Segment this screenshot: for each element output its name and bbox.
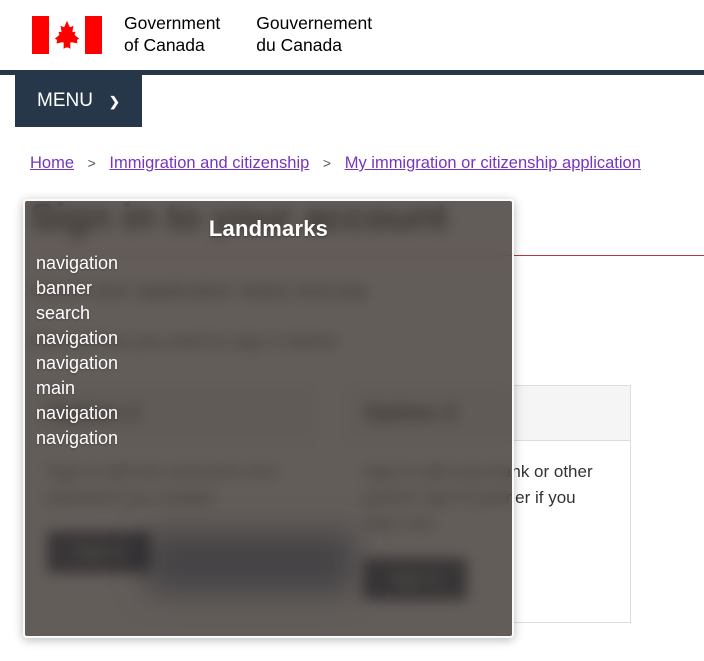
landmark-item-banner[interactable]: banner (36, 276, 512, 301)
landmarks-overlay-panel[interactable]: Landmarks navigation banner search navig… (23, 199, 514, 638)
wordmark-french: Gouvernement du Canada (256, 13, 372, 56)
landmark-item-navigation[interactable]: navigation (36, 251, 512, 276)
wordmark-english: Government of Canada (124, 13, 220, 56)
landmark-item-navigation[interactable]: navigation (36, 351, 512, 376)
wordmark-fr-line1: Gouvernement (256, 13, 373, 34)
menu-button-label: MENU (37, 89, 93, 111)
breadcrumb-item-home[interactable]: Home (30, 154, 74, 172)
government-of-canada-brand[interactable]: Government of Canada Gouvernement du Can… (32, 13, 372, 56)
flag-right-band (85, 16, 102, 54)
landmark-item-navigation[interactable]: navigation (36, 326, 512, 351)
overlay-blurred-background-ghost (145, 531, 355, 593)
wordmark-en-line1: Government (124, 13, 221, 34)
landmark-item-navigation[interactable]: navigation (36, 426, 512, 451)
breadcrumb-separator: > (87, 155, 96, 171)
breadcrumb: Home > Immigration and citizenship > My … (0, 127, 704, 173)
flag-left-band (32, 16, 49, 54)
breadcrumb-separator: > (322, 155, 332, 171)
breadcrumb-item-immigration-and-citizenship[interactable]: Immigration and citizenship (109, 154, 309, 172)
menu-button[interactable]: MENU ❯ (15, 75, 142, 127)
wordmark-fr-line2: du Canada (256, 35, 342, 55)
breadcrumb-item-my-application[interactable]: My immigration or citizenship applicatio… (345, 154, 641, 172)
chevron-down-icon: ❯ (108, 94, 120, 109)
menu-bar: MENU ❯ (0, 75, 704, 127)
landmarks-list: navigation banner search navigation navi… (25, 247, 512, 451)
global-header: Government of Canada Gouvernement du Can… (0, 0, 704, 70)
landmark-item-navigation[interactable]: navigation (36, 401, 512, 426)
canada-flag-icon (32, 16, 102, 54)
landmark-item-main[interactable]: main (36, 376, 512, 401)
canada-wordmark: Government of Canada Gouvernement du Can… (124, 13, 372, 56)
wordmark-en-line2: of Canada (124, 35, 205, 55)
landmark-item-search[interactable]: search (36, 301, 512, 326)
landmarks-overlay-title: Landmarks (208, 216, 329, 241)
maple-leaf-icon (54, 20, 80, 50)
